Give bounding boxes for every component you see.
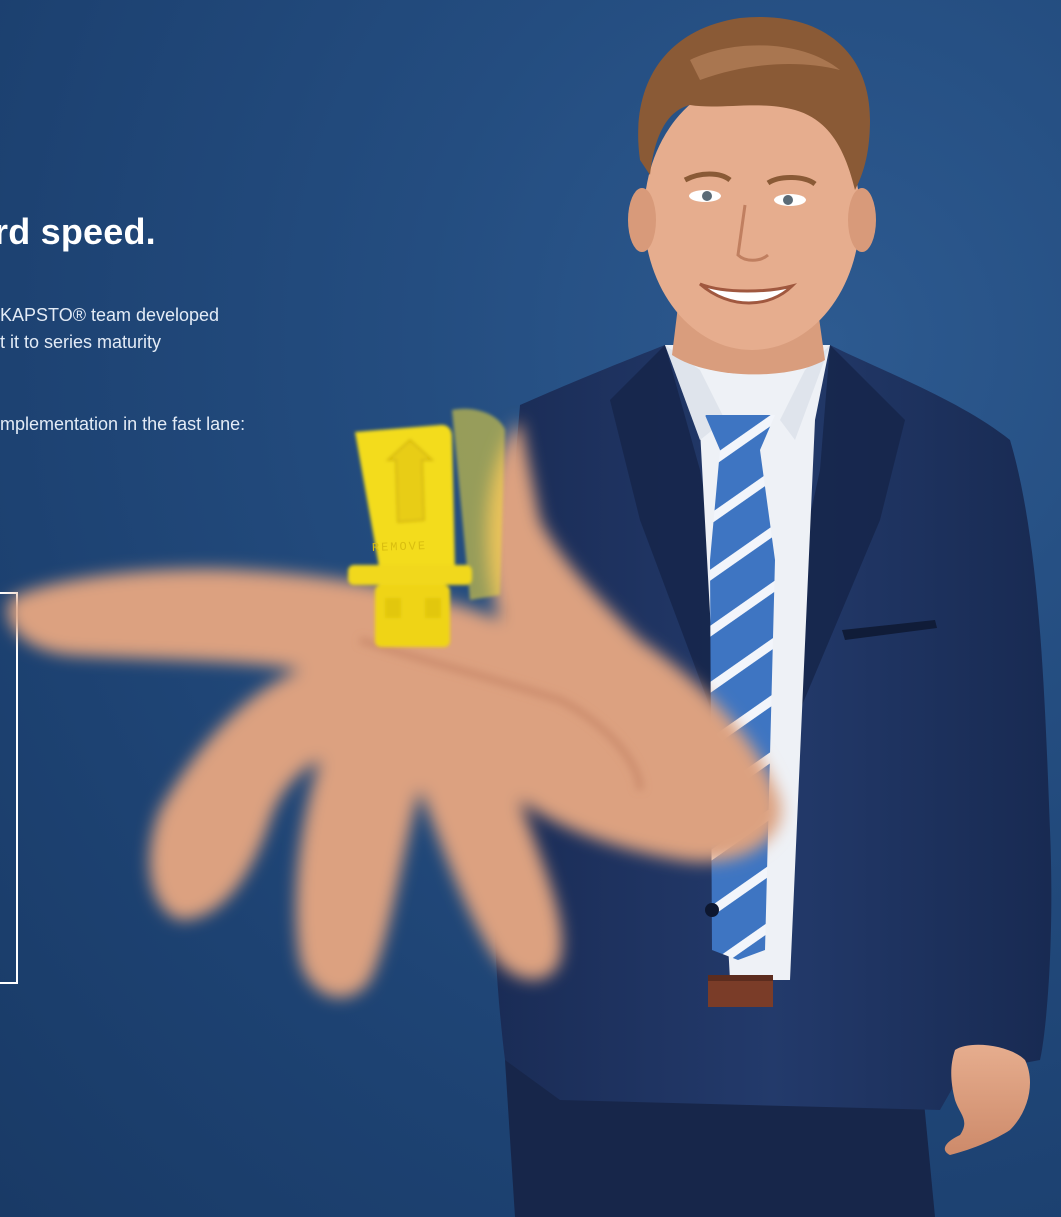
right-hand xyxy=(944,1044,1030,1155)
product-label: REMOVE xyxy=(372,539,428,555)
hero-banner: rd speed. KAPSTO® team developed t it to… xyxy=(0,0,1061,1217)
businessman-photo: REMOVE xyxy=(7,16,1052,1217)
